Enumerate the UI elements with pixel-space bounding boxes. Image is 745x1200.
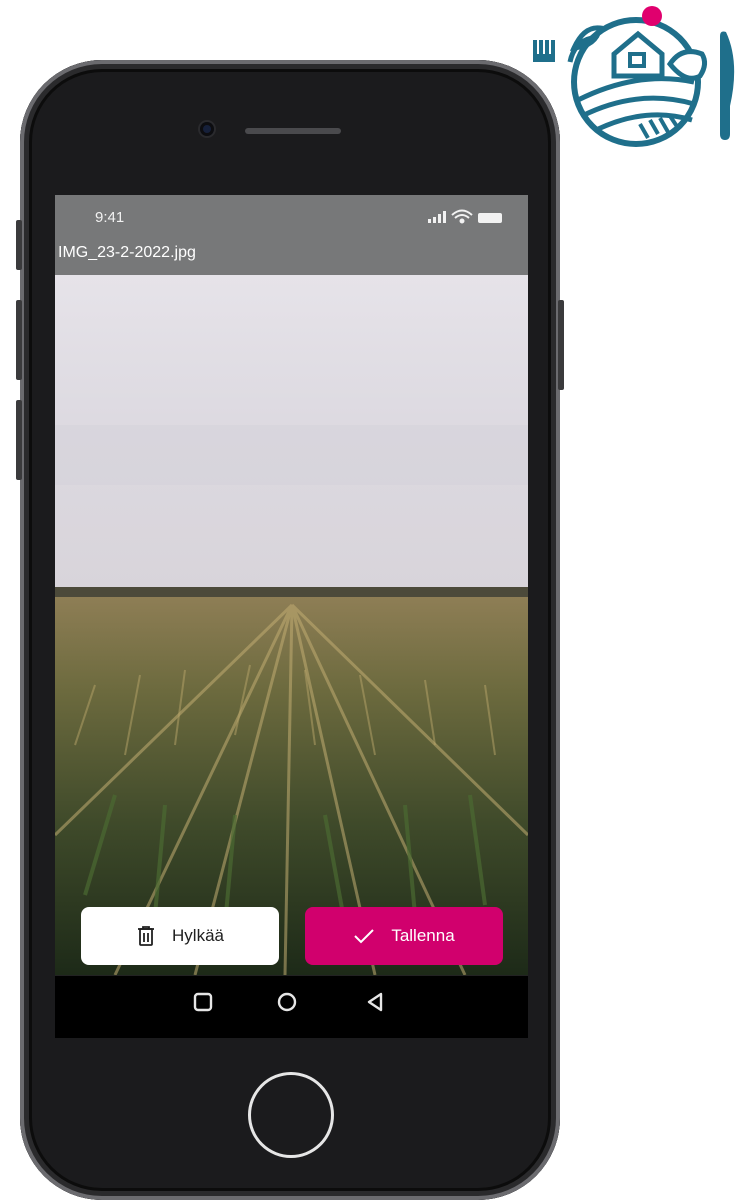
power-button: [558, 300, 564, 390]
save-button[interactable]: Tallenna: [305, 907, 503, 965]
front-camera: [200, 122, 214, 136]
signal-icon: [428, 211, 446, 223]
status-time: 9:41: [95, 209, 125, 226]
wifi-icon: [451, 209, 473, 224]
photo-preview: [55, 275, 528, 975]
reject-button[interactable]: Hylkää: [81, 907, 279, 965]
triangle-back-icon[interactable]: [365, 992, 385, 1012]
circle-icon[interactable]: [277, 992, 297, 1012]
reject-button-label: Hylkää: [172, 926, 224, 945]
volume-down-button: [16, 400, 22, 480]
android-nav-bar: [55, 975, 528, 1038]
status-icons: [428, 209, 502, 224]
battery-icon: [478, 213, 502, 223]
square-icon[interactable]: [193, 992, 213, 1012]
volume-up-button: [16, 300, 22, 380]
checkmark-icon: [354, 929, 375, 944]
trash-icon: [138, 926, 155, 946]
status-bar: 9:41 IMG_23-2-2022.jpg: [55, 195, 528, 275]
phone-screen: 9:41 IMG_23-2-2022.jpg Hylkää Tallenna: [55, 195, 528, 975]
phone-frame: 9:41 IMG_23-2-2022.jpg Hylkää Tallenna: [16, 60, 564, 1200]
home-button[interactable]: [248, 1072, 334, 1158]
image-filename: IMG_23-2-2022.jpg: [58, 244, 196, 261]
brand-logo: [533, 6, 735, 147]
earpiece-speaker: [245, 128, 341, 134]
save-button-label: Tallenna: [391, 926, 455, 945]
mute-switch: [16, 220, 22, 270]
